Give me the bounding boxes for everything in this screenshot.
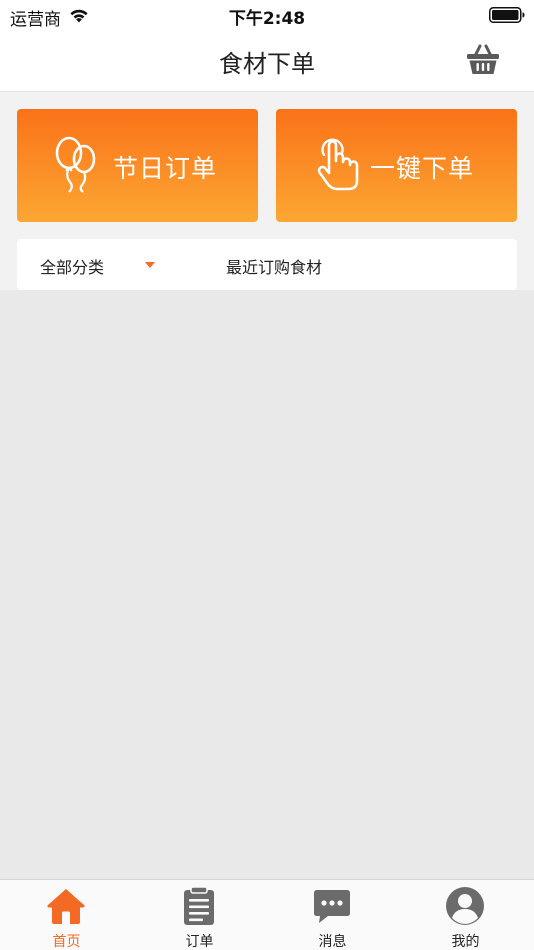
clipboard-icon <box>184 886 214 925</box>
dropdown-arrow-icon <box>145 262 155 268</box>
tab-messages[interactable]: 消息 <box>266 880 399 950</box>
home-icon <box>47 889 85 924</box>
tab-label: 首页 <box>52 934 81 950</box>
status-bar: 运营商 下午2:48 <box>0 0 534 30</box>
holiday-order-label: 节日订单 <box>113 154 218 183</box>
holiday-order-button[interactable]: 节日订单 <box>17 109 258 222</box>
recent-ingredients-tab[interactable]: 最近订购食材 <box>226 254 322 278</box>
balloons-icon <box>55 136 96 193</box>
one-click-order-label: 一键下单 <box>370 154 475 183</box>
category-dropdown[interactable]: 全部分类 <box>17 239 177 290</box>
battery-icon <box>489 7 525 23</box>
status-time: 下午2:48 <box>228 9 306 29</box>
tab-bar: 首页 订单 消息 我的 <box>0 879 534 950</box>
filter-bar: 全部分类 最近订购食材 <box>17 239 517 290</box>
tab-orders[interactable]: 订单 <box>133 880 266 950</box>
one-click-order-button[interactable]: 一键下单 <box>276 109 517 222</box>
tab-profile[interactable]: 我的 <box>399 880 532 950</box>
tab-label: 消息 <box>318 934 347 950</box>
category-label: 全部分类 <box>40 258 105 277</box>
tab-home[interactable]: 首页 <box>0 880 133 950</box>
tab-label: 订单 <box>185 934 214 950</box>
tap-hand-icon <box>317 138 359 191</box>
page-title: 食材下单 <box>219 50 315 78</box>
basket-icon[interactable] <box>466 42 500 76</box>
user-avatar-icon <box>446 887 484 925</box>
main-content: 节日订单 一键下单 全部分类 最近订购食材 <box>0 92 534 290</box>
tab-label: 我的 <box>451 934 480 950</box>
chat-bubble-icon <box>314 890 350 923</box>
nav-bar: 食材下单 <box>0 30 534 92</box>
